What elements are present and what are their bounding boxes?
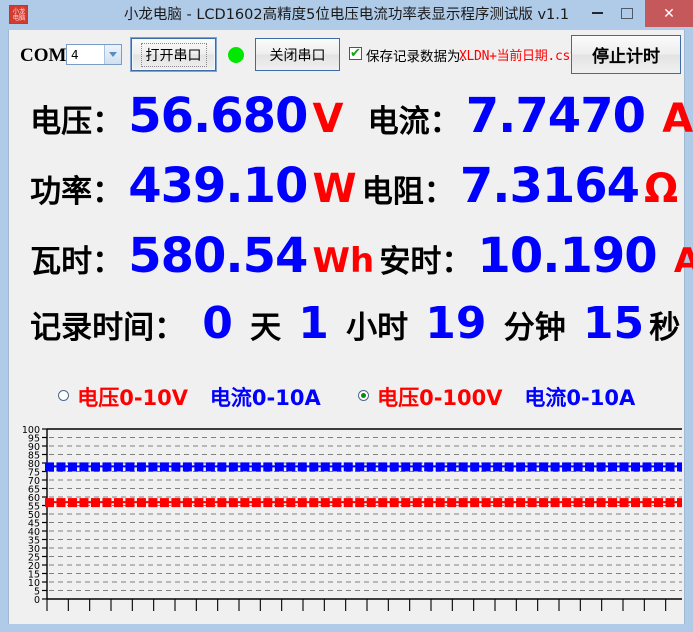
watthour-value: 580.54 xyxy=(128,228,308,284)
open-port-button-label: 打开串口 xyxy=(140,42,207,67)
close-icon: ✕ xyxy=(663,5,675,22)
voltage-value: 56.680 xyxy=(128,88,308,144)
timer-label: 记录时间： xyxy=(30,310,186,346)
timer-minutes-value: 19 xyxy=(425,298,487,349)
minimize-button[interactable] xyxy=(583,0,611,26)
range-10v-current-label: 电流0-10A xyxy=(209,386,321,410)
app-window: 小龙 电脑 小龙电脑 - LCD1602高精度5位电压电流功率表显示程序测试版 v… xyxy=(0,0,693,632)
com-port-dropdown-arrow[interactable] xyxy=(104,45,121,64)
resistance-label: 电阻： xyxy=(361,174,455,210)
watthour-label: 瓦时： xyxy=(30,244,124,280)
range-100v-radio[interactable] xyxy=(357,389,369,401)
stop-timer-button[interactable]: 停止计时 xyxy=(571,35,681,74)
timer-hours-unit: 小时 xyxy=(346,310,409,346)
current-value: 7.7470 xyxy=(465,88,646,144)
client-area: COM 4 打开串口 关闭串口 ✔ 保存记录数据为: XLDN+当前日期.csv… xyxy=(8,30,693,624)
save-data-checkbox[interactable]: ✔ xyxy=(349,47,362,60)
maximize-icon xyxy=(621,7,633,19)
com-port-value: 4 xyxy=(71,48,79,62)
timer-days-value: 0 xyxy=(202,298,233,349)
timer-seconds-value: 15 xyxy=(582,298,645,349)
maximize-button[interactable] xyxy=(613,0,641,26)
power-value: 439.10 xyxy=(128,158,308,214)
amphour-unit: Ah xyxy=(673,241,693,281)
range-100v-voltage-label: 电压0-100V xyxy=(377,386,503,410)
current-unit: A xyxy=(662,96,693,142)
readout-row-power-resistance: 功率： 439.10 W 电阻： 7.3164 Ω xyxy=(9,158,684,214)
readout-row-watthour-amphour: 瓦时： 580.54 Wh 安时： 10.190 Ah xyxy=(9,228,693,284)
chart-svg: 0510152025303540455055606570758085909510… xyxy=(22,425,682,611)
connection-status-led xyxy=(228,47,244,63)
watthour-unit: Wh xyxy=(312,241,375,281)
minimize-icon xyxy=(591,12,603,14)
check-icon: ✔ xyxy=(350,46,361,61)
timer-minutes-unit: 分钟 xyxy=(503,310,566,346)
range-10v-voltage-label: 电压0-10V xyxy=(77,386,189,410)
close-port-button[interactable]: 关闭串口 xyxy=(255,38,340,71)
timer-days-unit: 天 xyxy=(250,310,282,346)
resistance-unit: Ω xyxy=(644,166,679,212)
close-button[interactable]: ✕ xyxy=(645,0,693,27)
timer-seconds-unit: 秒 xyxy=(649,310,681,346)
resistance-value: 7.3164 xyxy=(459,158,640,214)
window-bottom-border xyxy=(0,624,693,632)
save-filename-text: XLDN+当前日期.csv xyxy=(459,49,578,64)
power-unit: W xyxy=(312,166,357,212)
range-10v-radio[interactable] xyxy=(57,389,69,401)
com-port-select[interactable]: 4 xyxy=(66,44,122,65)
title-bar: 小龙 电脑 小龙电脑 - LCD1602高精度5位电压电流功率表显示程序测试版 v… xyxy=(0,0,693,30)
svg-text:100: 100 xyxy=(22,425,40,436)
stop-timer-button-label: 停止计时 xyxy=(592,47,660,67)
timer-hours-value: 1 xyxy=(298,298,329,349)
range-100v-current-label: 电流0-10A xyxy=(524,386,636,410)
toolbar: COM 4 打开串口 关闭串口 ✔ 保存记录数据为: XLDN+当前日期.csv… xyxy=(9,30,684,82)
readout-row-voltage-current: 电压： 56.680 V 电流： 7.7470 A xyxy=(9,88,693,144)
current-label: 电流： xyxy=(367,104,461,140)
save-data-label: 保存记录数据为: xyxy=(366,49,466,65)
amphour-label: 安时： xyxy=(379,244,473,280)
close-port-button-label: 关闭串口 xyxy=(269,47,326,64)
open-port-button[interactable]: 打开串口 xyxy=(131,38,216,71)
com-label: COM xyxy=(20,45,67,66)
chevron-down-icon xyxy=(109,52,117,57)
power-label: 功率： xyxy=(30,174,124,210)
readout-row-elapsed-time: 记录时间： 0 天 1 小时 19 分钟 15 秒 xyxy=(9,298,684,349)
range-selector-group: 电压0-10V 电流0-10A 电压0-100V 电流0-10A xyxy=(9,382,684,412)
amphour-value: 10.190 xyxy=(477,228,657,284)
measurement-chart[interactable]: 0 5 10 15 20 25 30 35 40 45 50 55 60 65 70 75 80 85 90 95 10… xyxy=(11,418,682,622)
voltage-label: 电压： xyxy=(30,104,124,140)
voltage-unit: V xyxy=(312,96,344,142)
